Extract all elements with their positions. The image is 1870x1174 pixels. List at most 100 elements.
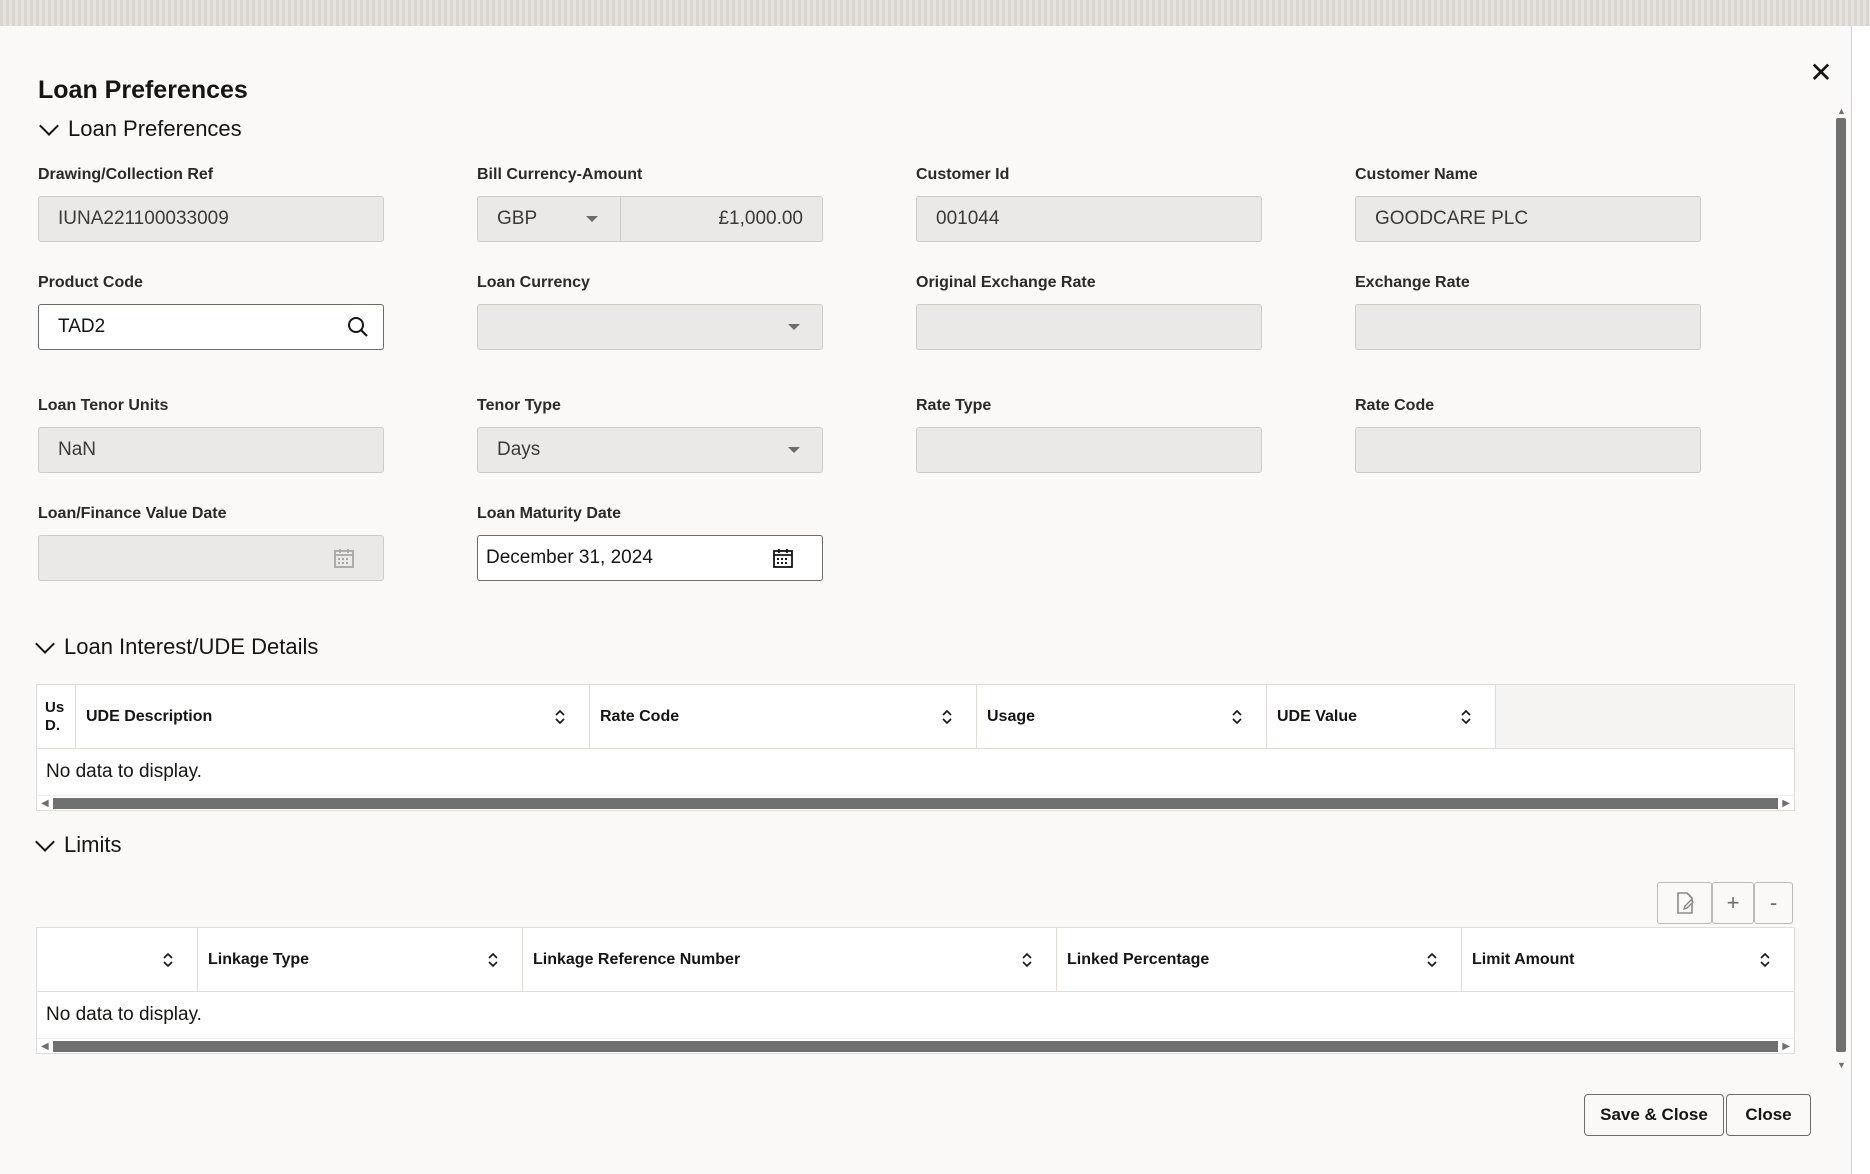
chevron-down-icon xyxy=(35,634,55,654)
exchange-rate-input xyxy=(1355,304,1701,350)
dropdown-caret-icon xyxy=(788,324,800,330)
column-header[interactable]: Linked Percentage xyxy=(1057,928,1462,991)
field-label: Loan/Finance Value Date xyxy=(38,505,227,522)
empty-message: No data to display. xyxy=(46,1004,202,1025)
scroll-right-icon[interactable]: ▶ xyxy=(1782,1041,1790,1052)
customer-name-input: GOODCARE PLC xyxy=(1355,196,1701,242)
bill-currency-select[interactable]: GBP xyxy=(477,196,621,242)
calendar-icon xyxy=(334,549,354,568)
column-header[interactable]: Usage xyxy=(977,685,1267,748)
field-label: Customer Name xyxy=(1355,166,1478,183)
drawing-ref-input: IUNA221100033009 xyxy=(38,196,384,242)
dialog-title: Loan Preferences xyxy=(38,76,248,104)
sort-icon[interactable] xyxy=(1427,952,1437,968)
column-header[interactable]: Linkage Type xyxy=(198,928,523,991)
close-button[interactable]: Close xyxy=(1726,1094,1811,1136)
rate-type-field: Rate Type xyxy=(916,397,1262,473)
column-label: Limit Amount xyxy=(1472,950,1575,968)
loan-currency-select[interactable] xyxy=(477,304,823,350)
column-header[interactable]: Rate Code xyxy=(590,685,977,748)
add-row-button[interactable]: + xyxy=(1712,882,1754,924)
header-filler xyxy=(1496,685,1794,748)
tenor-type-field: Tenor Type Days xyxy=(477,397,823,473)
sort-icon[interactable] xyxy=(1022,952,1032,968)
search-icon[interactable] xyxy=(347,316,369,338)
column-label: Usage xyxy=(987,707,1036,725)
column-header[interactable]: UDE Description xyxy=(76,685,590,748)
field-label: Rate Type xyxy=(916,397,992,414)
value-date-input xyxy=(38,535,384,581)
tenor-type-value: Days xyxy=(497,439,541,460)
original-exchange-rate-field: Original Exchange Rate xyxy=(916,274,1262,350)
scroll-left-icon[interactable]: ◀ xyxy=(41,1041,49,1052)
product-code-input[interactable]: TAD2 xyxy=(38,304,384,350)
save-close-button[interactable]: Save & Close xyxy=(1584,1094,1724,1136)
column-label: Linkage Reference Number xyxy=(533,950,741,968)
horizontal-scrollbar[interactable]: ◀ ▶ xyxy=(37,795,1794,810)
field-label: Bill Currency-Amount xyxy=(477,166,643,183)
sort-icon[interactable] xyxy=(1461,709,1471,725)
sort-icon[interactable] xyxy=(488,952,498,968)
scroll-up-icon[interactable]: ▲ xyxy=(1837,106,1846,116)
loan-tenor-units-input: NaN xyxy=(38,427,384,473)
field-label: Drawing/Collection Ref xyxy=(38,166,214,183)
section-title: Loan Preferences xyxy=(68,116,242,141)
bill-currency-amount-field: Bill Currency-Amount GBP £1,000.00 xyxy=(477,166,823,242)
calendar-icon[interactable] xyxy=(772,547,794,569)
rate-type-input xyxy=(916,427,1262,473)
section-loan-preferences[interactable]: Loan Preferences xyxy=(38,116,242,142)
vertical-scrollbar[interactable]: ▲ ▼ xyxy=(1834,106,1848,1070)
currency-value: GBP xyxy=(497,208,538,229)
sort-icon[interactable] xyxy=(1232,709,1242,725)
dropdown-caret-icon xyxy=(788,447,800,453)
sort-icon[interactable] xyxy=(555,709,565,725)
tenor-type-select[interactable]: Days xyxy=(477,427,823,473)
field-label: Loan Tenor Units xyxy=(38,397,169,414)
scroll-right-icon[interactable]: ▶ xyxy=(1782,798,1790,809)
close-icon[interactable]: ✕ xyxy=(1806,58,1836,88)
column-label: Rate Code xyxy=(600,707,680,725)
column-header[interactable]: Us D. xyxy=(37,685,76,748)
ude-table: Us D. UDE Description Rate Code Usage UD… xyxy=(36,684,1795,811)
sort-icon[interactable] xyxy=(942,709,952,725)
sort-icon[interactable] xyxy=(1760,952,1770,968)
drawing-ref-field: Drawing/Collection Ref IUNA221100033009 xyxy=(38,166,384,242)
section-title: Limits xyxy=(64,832,122,857)
scroll-thumb[interactable] xyxy=(53,798,1778,809)
empty-message: No data to display. xyxy=(46,761,202,782)
column-header[interactable]: Limit Amount xyxy=(1462,928,1794,991)
column-label: Linkage Type xyxy=(208,950,310,968)
column-label: Linked Percentage xyxy=(1067,950,1210,968)
maturity-date-input[interactable]: December 31, 2024 xyxy=(477,535,823,581)
rate-code-input xyxy=(1355,427,1701,473)
column-header[interactable]: Linkage Reference Number xyxy=(523,928,1057,991)
scroll-thumb[interactable] xyxy=(53,1041,1778,1052)
scroll-left-icon[interactable]: ◀ xyxy=(41,798,49,809)
edit-document-icon xyxy=(1676,892,1694,914)
product-code-field: Product Code TAD2 xyxy=(38,274,384,350)
section-limits[interactable]: Limits xyxy=(34,832,121,858)
value-date-field: Loan/Finance Value Date xyxy=(38,505,384,581)
column-header[interactable] xyxy=(37,928,198,991)
scroll-down-icon[interactable]: ▼ xyxy=(1837,1060,1846,1070)
chevron-down-icon xyxy=(35,832,55,852)
column-header[interactable]: UDE Value xyxy=(1267,685,1496,748)
horizontal-scrollbar[interactable]: ◀ ▶ xyxy=(37,1038,1794,1053)
section-loan-interest[interactable]: Loan Interest/UDE Details xyxy=(34,634,318,660)
table-header: Linkage Type Linkage Reference Number Li… xyxy=(37,928,1794,992)
field-label: Loan Maturity Date xyxy=(477,505,622,522)
field-label: Original Exchange Rate xyxy=(916,274,1096,291)
sort-icon[interactable] xyxy=(163,952,173,968)
dropdown-caret-icon xyxy=(586,216,598,222)
customer-name-field: Customer Name GOODCARE PLC xyxy=(1355,166,1701,242)
product-code-value: TAD2 xyxy=(58,316,106,337)
maturity-date-value: December 31, 2024 xyxy=(486,547,653,568)
remove-row-button[interactable]: - xyxy=(1754,882,1793,924)
background-band xyxy=(0,0,1870,26)
edit-button[interactable] xyxy=(1657,882,1712,924)
section-title: Loan Interest/UDE Details xyxy=(64,634,319,659)
field-label: Loan Currency xyxy=(477,274,590,291)
scroll-thumb[interactable] xyxy=(1836,118,1846,1052)
customer-id-field: Customer Id 001044 xyxy=(916,166,1262,242)
loan-tenor-units-field: Loan Tenor Units NaN xyxy=(38,397,384,473)
